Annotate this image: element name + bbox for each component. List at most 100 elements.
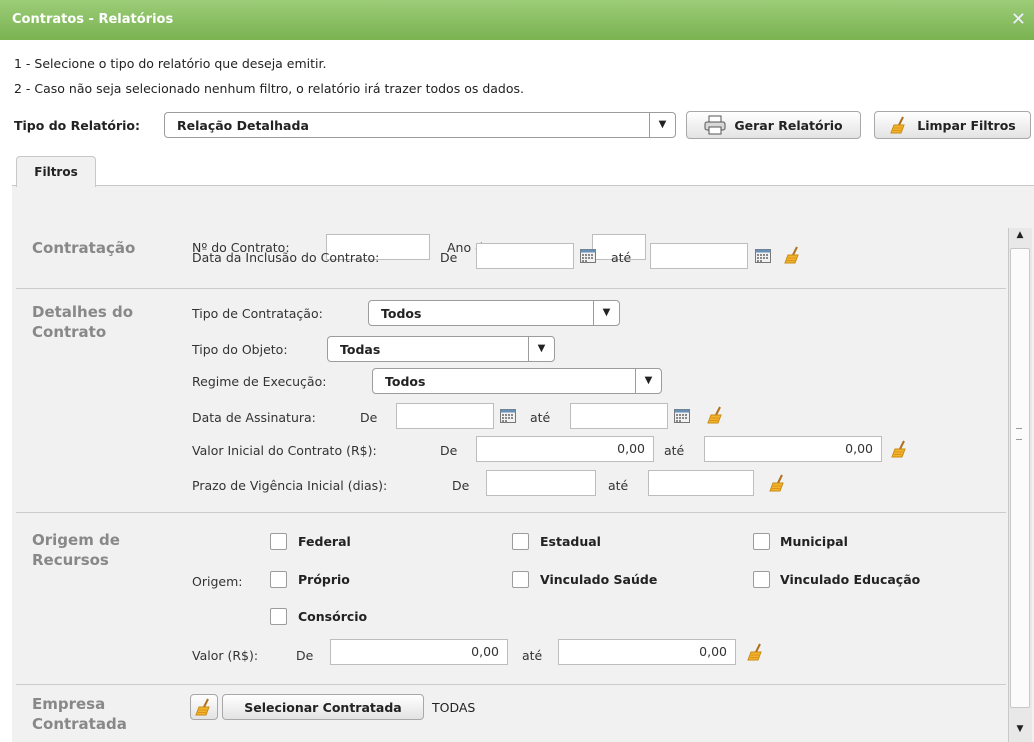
checkbox-consorcio[interactable]	[270, 608, 287, 625]
calendar-icon[interactable]	[755, 249, 771, 263]
scroll-up-icon[interactable]: ▲	[1010, 230, 1030, 246]
checkbox-federal[interactable]	[270, 533, 287, 550]
regime-execucao-label: Regime de Execução:	[192, 374, 327, 389]
section-origem-title-line1: Origem de	[32, 531, 120, 549]
section-divider	[16, 512, 1006, 513]
broom-icon[interactable]	[768, 474, 788, 492]
broom-icon[interactable]	[783, 246, 803, 264]
prazo-vigencia-ate-label: até	[608, 478, 629, 493]
tipo-contratacao-value: Todos	[381, 306, 422, 321]
tipo-objeto-value: Todas	[340, 342, 381, 357]
section-origem-title-line2: Recursos	[32, 551, 109, 569]
selecionar-contratada-label: Selecionar Contratada	[244, 699, 402, 715]
scrollbar-grip-icon	[1016, 428, 1022, 440]
section-detalhes-title: Detalhes do Contrato	[32, 302, 133, 342]
valor-inicial-label: Valor Inicial do Contrato (R$):	[192, 443, 377, 458]
checkbox-proprio[interactable]	[270, 571, 287, 588]
window-titlebar: Contratos - Relatórios ✕	[0, 0, 1034, 40]
data-assinatura-de-input[interactable]	[396, 403, 494, 429]
prazo-vigencia-ate-input[interactable]	[648, 470, 754, 496]
calendar-icon[interactable]	[674, 409, 690, 423]
printer-icon	[704, 115, 726, 135]
broom-icon	[194, 698, 214, 716]
tipo-relatorio-label: Tipo do Relatório:	[14, 118, 141, 133]
section-empresa-title-line1: Empresa	[32, 695, 106, 713]
valor-origem-de-input[interactable]: 0,00	[330, 639, 508, 665]
instruction-2: 2 - Caso não seja selecionado nenhum fil…	[14, 81, 524, 96]
instruction-1: 1 - Selecione o tipo do relatório que de…	[14, 56, 327, 71]
chevron-down-icon[interactable]: ▼	[528, 337, 554, 361]
section-empresa-title: Empresa Contratada	[32, 694, 127, 734]
regime-execucao-select[interactable]: Todos ▼	[372, 368, 662, 394]
data-assinatura-ate-input[interactable]	[570, 403, 668, 429]
section-empresa-title-line2: Contratada	[32, 715, 127, 733]
chevron-down-icon[interactable]: ▼	[635, 369, 661, 393]
limpar-empresa-button[interactable]	[190, 694, 218, 720]
valor-inicial-de-input[interactable]: 0,00	[476, 436, 654, 462]
broom-icon[interactable]	[706, 406, 726, 424]
checkbox-vinculado-educacao-label: Vinculado Educação	[780, 572, 921, 587]
data-assinatura-de-label: De	[360, 410, 378, 425]
checkbox-vinculado-saude[interactable]	[512, 571, 529, 588]
checkbox-municipal-label: Municipal	[780, 534, 848, 549]
tipo-contratacao-select[interactable]: Todos ▼	[368, 300, 620, 326]
calendar-icon[interactable]	[580, 249, 596, 263]
tab-filtros[interactable]: Filtros	[16, 156, 96, 187]
data-inclusao-de-input[interactable]	[476, 243, 574, 269]
checkbox-municipal[interactable]	[753, 533, 770, 550]
broom-icon	[889, 116, 909, 134]
broom-icon[interactable]	[746, 643, 766, 661]
close-icon[interactable]: ✕	[1011, 9, 1026, 30]
section-detalhes-title-line2: Contrato	[32, 323, 107, 341]
tipo-relatorio-select[interactable]: Relação Detalhada ▼	[164, 112, 676, 138]
valor-origem-label: Valor (R$):	[192, 648, 259, 663]
tipo-contratacao-label: Tipo de Contratação:	[192, 306, 323, 321]
checkbox-consorcio-label: Consórcio	[298, 609, 368, 624]
section-origem-title: Origem de Recursos	[32, 530, 120, 570]
valor-origem-ate-label: até	[522, 648, 543, 663]
chevron-down-icon[interactable]: ▼	[593, 301, 619, 325]
checkbox-vinculado-saude-label: Vinculado Saúde	[540, 572, 658, 587]
data-inclusao-label: Data da Inclusão do Contrato:	[192, 250, 380, 265]
valor-inicial-ate-input[interactable]: 0,00	[704, 436, 882, 462]
data-assinatura-label: Data de Assinatura:	[192, 410, 316, 425]
chevron-down-icon[interactable]: ▼	[649, 113, 675, 137]
gerar-relatorio-button[interactable]: Gerar Relatório	[686, 111, 861, 139]
section-divider	[16, 288, 1006, 289]
gerar-relatorio-label: Gerar Relatório	[734, 117, 843, 133]
checkbox-estadual[interactable]	[512, 533, 529, 550]
tipo-relatorio-value: Relação Detalhada	[177, 118, 309, 133]
limpar-filtros-button[interactable]: Limpar Filtros	[874, 111, 1031, 139]
data-assinatura-ate-label: até	[530, 410, 551, 425]
empresa-selected-value: TODAS	[432, 700, 476, 715]
tipo-objeto-label: Tipo do Objeto:	[192, 342, 288, 357]
selecionar-contratada-button[interactable]: Selecionar Contratada	[222, 694, 424, 720]
valor-inicial-ate-label: até	[664, 443, 685, 458]
checkbox-proprio-label: Próprio	[298, 572, 350, 587]
calendar-icon[interactable]	[500, 409, 516, 423]
data-inclusao-de-label: De	[440, 250, 458, 265]
section-contratacao-title: Contratação	[32, 239, 136, 257]
valor-inicial-de-label: De	[440, 443, 458, 458]
prazo-vigencia-de-label: De	[452, 478, 470, 493]
prazo-vigencia-label: Prazo de Vigência Inicial (dias):	[192, 478, 388, 493]
data-inclusao-ate-input[interactable]	[650, 243, 748, 269]
checkbox-vinculado-educacao[interactable]	[753, 571, 770, 588]
tipo-objeto-select[interactable]: Todas ▼	[327, 336, 555, 362]
checkbox-estadual-label: Estadual	[540, 534, 601, 549]
window-title: Contratos - Relatórios	[12, 12, 174, 27]
scroll-down-icon[interactable]: ▼	[1010, 724, 1030, 740]
checkbox-federal-label: Federal	[298, 534, 351, 549]
regime-execucao-value: Todos	[385, 374, 426, 389]
section-divider	[16, 684, 1006, 685]
limpar-filtros-label: Limpar Filtros	[917, 117, 1016, 133]
broom-icon[interactable]	[890, 440, 910, 458]
data-inclusao-ate-label: até	[611, 250, 632, 265]
tab-bar	[12, 152, 1034, 186]
section-detalhes-title-line1: Detalhes do	[32, 303, 134, 321]
scrollbar-thumb[interactable]	[1010, 248, 1030, 708]
prazo-vigencia-de-input[interactable]	[486, 470, 596, 496]
valor-origem-ate-input[interactable]: 0,00	[558, 639, 736, 665]
origem-label: Origem:	[192, 574, 243, 589]
valor-origem-de-label: De	[296, 648, 314, 663]
